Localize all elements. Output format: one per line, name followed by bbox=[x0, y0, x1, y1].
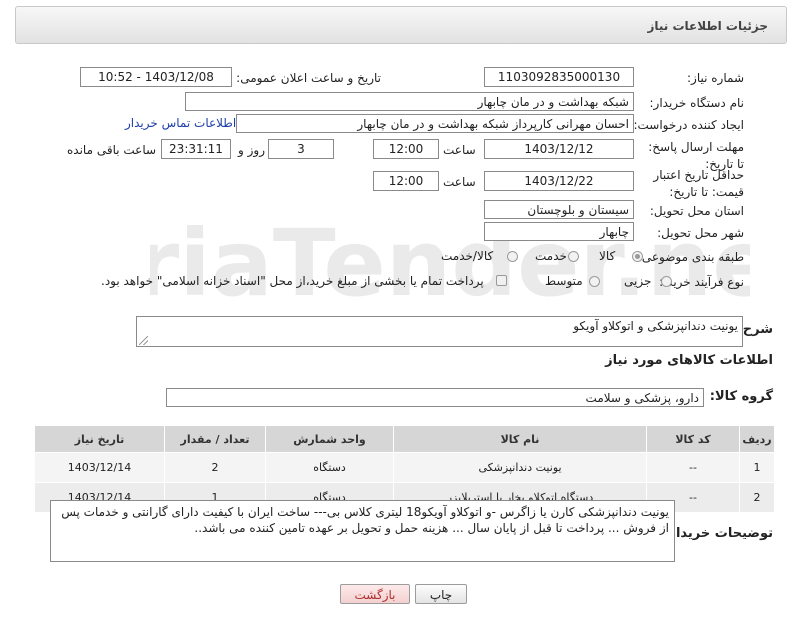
goods-group-field[interactable]: دارو، پزشکی و سلامت bbox=[166, 388, 704, 407]
cell-code: -- bbox=[646, 452, 740, 483]
days-label: روز و bbox=[238, 143, 265, 157]
col-row: ردیف bbox=[739, 425, 775, 453]
cell-row: 1 bbox=[739, 452, 775, 483]
col-code: کد کالا bbox=[646, 425, 740, 453]
col-unit: واحد شمارش bbox=[265, 425, 394, 453]
purchase-option-minor: جزیی bbox=[624, 274, 652, 288]
city-label: شهر محل تحویل: bbox=[657, 226, 744, 240]
remaining-time-field[interactable]: 23:31:11 bbox=[161, 139, 231, 159]
city-field[interactable]: چابهار bbox=[484, 222, 634, 241]
cell-unit: دستگاه bbox=[265, 452, 394, 483]
category-radio-service[interactable] bbox=[568, 251, 579, 262]
buyer-label: نام دستگاه خریدار: bbox=[649, 96, 745, 110]
treasury-note: پرداخت تمام یا بخشی از مبلغ خرید،از محل … bbox=[101, 274, 484, 288]
requester-label: ایجاد کننده درخواست: bbox=[633, 118, 744, 132]
buyer-field[interactable]: شبکه بهداشت و در مان چابهار bbox=[185, 92, 634, 111]
requester-field[interactable]: احسان مهرانی کارپرداز شبکه بهداشت و در م… bbox=[236, 114, 634, 133]
price-time-label: ساعت bbox=[443, 175, 476, 189]
page-title: جزئیات اطلاعات نیاز bbox=[647, 19, 768, 33]
cell-row: 2 bbox=[739, 482, 775, 513]
treasury-checkbox[interactable] bbox=[496, 275, 507, 286]
announce-datetime-label: تاریخ و ساعت اعلان عمومی: bbox=[236, 71, 381, 85]
buyer-contact-link[interactable]: اطلاعات تماس خریدار bbox=[125, 116, 236, 130]
col-qty: تعداد / مقدار bbox=[164, 425, 266, 453]
price-validity-time[interactable]: 12:00 bbox=[373, 171, 439, 191]
need-number-field[interactable]: 1103092835000130 bbox=[484, 67, 634, 87]
province-field[interactable]: سیستان و بلوچستان bbox=[484, 200, 634, 219]
general-description-field[interactable]: یونیت دندانپزشکی و اتوکلاو آویکو bbox=[136, 316, 743, 347]
province-label: استان محل تحویل: bbox=[649, 204, 744, 218]
goods-info-title: اطلاعات کالاهای مورد نیاز bbox=[605, 353, 773, 368]
need-number-label: شماره نیاز: bbox=[687, 71, 744, 85]
col-name: نام کالا bbox=[393, 425, 647, 453]
purchase-option-medium: متوسط bbox=[545, 274, 583, 288]
table-row[interactable]: 1 -- یونیت دندانپزشکی دستگاه 2 1403/12/1… bbox=[34, 452, 775, 483]
col-date: تاریخ نیاز bbox=[34, 425, 165, 453]
price-validity-date[interactable]: 1403/12/22 bbox=[484, 171, 634, 191]
buyer-notes-field[interactable]: یونیت دندانپزشکی کارن یا زاگرس -و اتوکلا… bbox=[50, 500, 675, 562]
cell-name: یونیت دندانپزشکی bbox=[393, 452, 647, 483]
category-radio-goods-service[interactable] bbox=[507, 251, 518, 262]
reply-time-label: ساعت bbox=[443, 143, 476, 157]
cell-qty: 2 bbox=[164, 452, 266, 483]
category-radio-goods[interactable] bbox=[632, 251, 643, 262]
category-label: طبقه بندی موضوعی: bbox=[637, 250, 744, 264]
remaining-days-field[interactable]: 3 bbox=[268, 139, 334, 159]
category-option-goods: کالا bbox=[599, 249, 616, 263]
price-validity-label: حداقل تاریخ اعتبار قیمت: تا تاریخ: bbox=[653, 168, 744, 199]
buyer-notes-label: توضیحات خریدار: bbox=[663, 526, 773, 541]
purchase-radio-minor[interactable] bbox=[661, 276, 672, 287]
table-header-row: ردیف کد کالا نام کالا واحد شمارش تعداد /… bbox=[34, 425, 775, 453]
category-option-goods-service: کالا/خدمت bbox=[441, 249, 494, 263]
print-button[interactable]: چاپ bbox=[415, 584, 467, 604]
purchase-radio-medium[interactable] bbox=[589, 276, 600, 287]
remaining-time-label: ساعت باقی مانده bbox=[67, 143, 157, 157]
category-option-service: خدمت bbox=[535, 249, 567, 263]
header-panel: جزئیات اطلاعات نیاز bbox=[15, 6, 787, 44]
resize-handle-icon[interactable] bbox=[139, 336, 148, 345]
reply-deadline-time[interactable]: 12:00 bbox=[373, 139, 439, 159]
back-button[interactable]: بازگشت bbox=[340, 584, 410, 604]
cell-date: 1403/12/14 bbox=[34, 452, 165, 483]
goods-group-label: گروه کالا: bbox=[709, 389, 773, 404]
reply-deadline-date[interactable]: 1403/12/12 bbox=[484, 139, 634, 159]
announce-datetime-field[interactable]: 1403/12/08 - 10:52 bbox=[80, 67, 232, 87]
